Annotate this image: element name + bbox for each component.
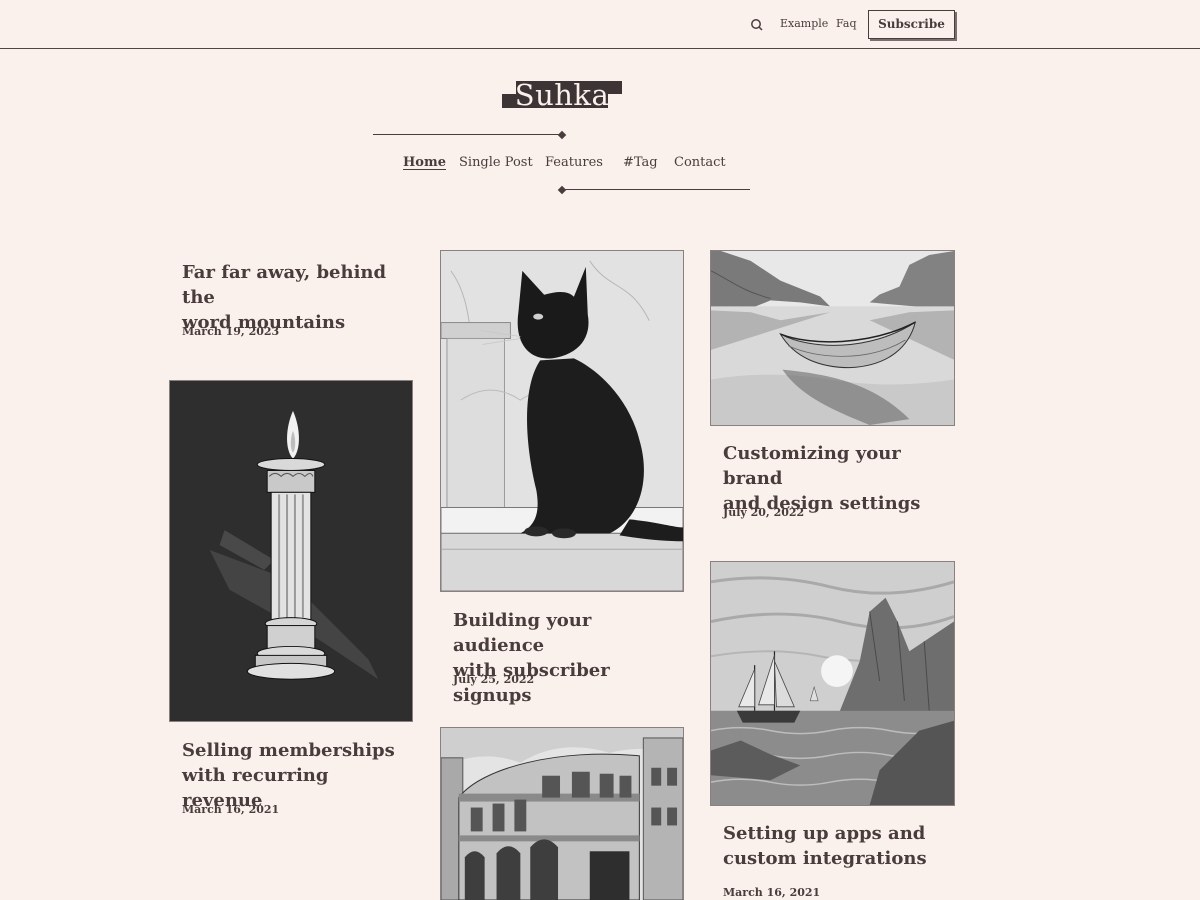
subscribe-button[interactable]: Subscribe [868, 10, 955, 39]
post-date: March 19, 2023 [182, 325, 280, 338]
nav-item-features[interactable]: Features [545, 155, 603, 170]
top-bar: Example Faq Subscribe [0, 0, 1200, 49]
nav-item-home[interactable]: Home [403, 155, 446, 170]
nav-item-tag[interactable]: #Tag [623, 155, 658, 170]
post-image-boat[interactable] [710, 250, 955, 426]
post-image-building[interactable] [440, 727, 684, 900]
nav-diamond-top [557, 130, 567, 140]
site-logo[interactable]: Suhka [502, 78, 622, 112]
nav-rule-top [373, 134, 561, 135]
post-title[interactable]: Far far away, behind the word mountains [182, 260, 412, 335]
post-title-line: Setting up apps and [723, 823, 926, 844]
post-date: March 16, 2021 [182, 803, 280, 816]
post-title[interactable]: Setting up apps and custom integrations [723, 821, 953, 871]
post-title-line: custom integrations [723, 848, 927, 869]
post-date: March 16, 2021 [723, 886, 821, 899]
post-title[interactable]: Customizing your brand and design settin… [723, 441, 953, 516]
post-title[interactable]: Selling memberships with recurring reven… [182, 738, 412, 813]
nav-diamond-bottom [557, 185, 567, 195]
post-title[interactable]: Building your audience with subscriber s… [453, 608, 683, 708]
post-title-line: Selling memberships [182, 740, 395, 761]
post-title-line: Customizing your brand [723, 443, 901, 489]
nav-rule-bottom [563, 189, 750, 190]
post-date: July 20, 2022 [723, 506, 805, 519]
search-icon[interactable] [748, 16, 766, 34]
nav-item-single-post[interactable]: Single Post [459, 155, 533, 170]
post-title-line: Far far away, behind the [182, 262, 387, 308]
post-image-cat[interactable] [440, 250, 684, 592]
logo-text: Suhka [514, 78, 610, 112]
post-date: July 25, 2022 [453, 673, 535, 686]
post-title-line: Building your audience [453, 610, 592, 656]
post-image-sailboat[interactable] [710, 561, 955, 806]
post-image-candle[interactable] [169, 380, 413, 722]
top-link-faq[interactable]: Faq [836, 17, 857, 30]
nav-item-contact[interactable]: Contact [674, 155, 726, 170]
top-link-example[interactable]: Example [780, 17, 828, 30]
